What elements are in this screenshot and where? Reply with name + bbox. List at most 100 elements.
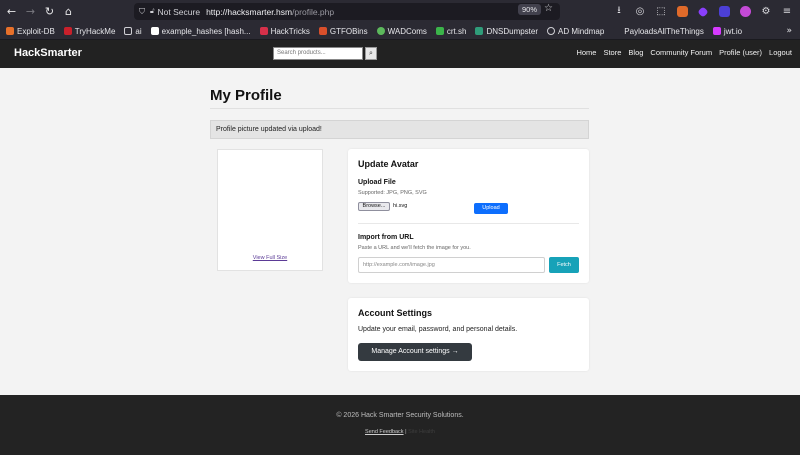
nav-link-blog[interactable]: Blog [628, 48, 643, 57]
extensions-icon[interactable]: ⬚ [652, 3, 670, 21]
fetch-button[interactable]: Fetch [549, 257, 579, 273]
downloads-icon[interactable]: ⭳ [610, 3, 628, 21]
nav-link-forum[interactable]: Community Forum [650, 48, 712, 57]
account-icon[interactable]: ◎ [631, 3, 649, 21]
site-navbar: HackSmarter Search products... ⌕ Home St… [0, 40, 800, 68]
bookmark-item[interactable]: DNSDumpster [475, 27, 538, 36]
site-brand[interactable]: HackSmarter [14, 47, 82, 59]
url-host: http://hacksmarter.hsm [206, 6, 293, 17]
bookmark-label: GTFOBins [329, 26, 368, 36]
menu-icon[interactable]: ≡ [778, 3, 796, 21]
view-full-size-link[interactable]: View Full Size [218, 255, 322, 261]
bookmarks-overflow-icon[interactable]: » [786, 26, 792, 36]
nav-link-profile[interactable]: Profile (user) [719, 48, 762, 57]
bookmark-item[interactable]: GTFOBins [318, 26, 368, 36]
tracking-shield-icon[interactable]: ⛉ [139, 7, 145, 17]
card-divider [358, 223, 579, 224]
bookmark-label: example_hashes [hash... [161, 26, 251, 36]
bookmark-favicon-icon [475, 27, 484, 35]
bookmark-label: Exploit-DB [17, 26, 55, 36]
reload-icon[interactable]: ↻ [40, 0, 59, 23]
nav-link-store[interactable]: Store [603, 48, 621, 57]
nav-link-home[interactable]: Home [576, 48, 596, 57]
update-avatar-heading: Update Avatar [358, 159, 419, 169]
manage-account-button[interactable]: Manage Account settings → [358, 343, 472, 361]
bookmark-label: DNSDumpster [486, 26, 539, 36]
bookmarks-bar: Exploit-DB TryHackMe ai example_hashes [… [0, 23, 800, 40]
bookmark-label: HackTricks [270, 26, 310, 36]
title-divider [210, 108, 589, 109]
bookmark-item[interactable]: HackTricks [259, 26, 310, 36]
bookmark-favicon-icon [376, 27, 385, 35]
forward-icon[interactable]: → [21, 0, 40, 23]
update-avatar-card: Update Avatar Upload File Supported: JPG… [348, 149, 589, 283]
image-url-input[interactable]: http://example.com/image.jpg [358, 257, 545, 273]
bookmark-label: PayloadsAllTheThings [624, 26, 704, 36]
selected-file-name: hi.svg [393, 203, 408, 209]
site-footer: © 2026 Hack Smarter Security Solutions. … [0, 395, 800, 455]
bookmark-item[interactable]: Exploit-DB [6, 27, 55, 36]
account-settings-text: Update your email, password, and persona… [358, 326, 518, 333]
search-button[interactable]: ⌕ [365, 47, 377, 60]
upload-file-heading: Upload File [358, 179, 396, 186]
bookmark-favicon-icon [613, 27, 622, 35]
bookmark-item[interactable]: AD Mindmap [547, 27, 604, 36]
footer-links: Send Feedback | Site Health [0, 429, 800, 435]
address-bar[interactable]: ⛉ 🔓︎ Not Secure http://hacksmarter.hsm/p… [134, 3, 560, 20]
bookmark-favicon-icon [318, 27, 327, 35]
bookmark-item[interactable]: PayloadsAllTheThings [613, 27, 704, 36]
toolbar-icons: ⭳ ◎ ⬚ ⚙ ≡ [610, 0, 796, 23]
bookmark-folder-icon [124, 27, 133, 35]
bookmark-label: jwt.io [723, 26, 743, 36]
footer-separator: | [405, 429, 407, 435]
bookmark-label: crt.sh [446, 26, 467, 36]
nav-link-logout[interactable]: Logout [769, 48, 792, 57]
bookmark-item[interactable]: jwt.io [712, 26, 743, 36]
import-url-hint: Paste a URL and we'll fetch the image fo… [358, 245, 471, 251]
pink-extension-icon[interactable] [736, 3, 754, 21]
upload-button[interactable]: Upload [474, 203, 508, 214]
bookmark-favicon-icon [259, 27, 268, 35]
bookmark-favicon-icon [150, 27, 159, 35]
account-settings-heading: Account Settings [358, 308, 433, 318]
bookmark-favicon-icon [435, 27, 444, 35]
url-path: /profile.php [292, 6, 335, 17]
bookmark-label: ai [135, 26, 142, 36]
purple-diamond-extension-icon[interactable] [694, 3, 712, 21]
bookmark-label: WADComs [387, 26, 427, 36]
bookmark-favicon-icon [712, 27, 721, 35]
fox-extension-icon[interactable] [673, 3, 691, 21]
copyright-text: © 2026 Hack Smarter Security Solutions. [336, 412, 464, 419]
page-title: My Profile [210, 87, 282, 104]
insecure-lock-icon[interactable]: 🔓︎ [150, 7, 155, 16]
bookmark-item[interactable]: ai [124, 26, 142, 36]
supported-formats-text: Supported: JPG, PNG, SVG [358, 190, 427, 196]
home-icon[interactable]: ⌂ [59, 0, 78, 23]
bookmark-star-icon[interactable]: ☆ [544, 3, 553, 14]
nav-links: Home Store Blog Community Forum Profile … [576, 48, 792, 57]
bookmark-favicon-icon [63, 27, 72, 35]
bookmark-item[interactable]: WADComs [376, 26, 427, 36]
hidden-footer-link[interactable]: Site Health [408, 429, 435, 435]
account-settings-card: Account Settings Update your email, pass… [348, 298, 589, 371]
avatar-preview: View Full Size [217, 149, 323, 271]
browser-toolbar: ← → ↻ ⌂ ⛉ 🔓︎ Not Secure http://hacksmart… [0, 0, 800, 23]
settings-icon[interactable]: ⚙ [757, 3, 775, 21]
search-icon: ⌕ [369, 49, 373, 57]
bookmark-label: AD Mindmap [558, 26, 605, 36]
security-label: Not Secure [157, 6, 201, 17]
search-input[interactable]: Search products... [273, 47, 363, 60]
zoom-level-badge[interactable]: 90% [518, 4, 542, 15]
globe-icon [547, 27, 556, 35]
send-feedback-link[interactable]: Send Feedback [365, 429, 404, 435]
import-url-heading: Import from URL [358, 234, 414, 241]
blue-extension-icon[interactable] [715, 3, 733, 21]
status-alert: Profile picture updated via upload! [210, 120, 589, 139]
browse-file-button[interactable]: Browse... [358, 202, 390, 211]
bookmark-favicon-icon [6, 27, 14, 35]
bookmark-item[interactable]: TryHackMe [63, 26, 116, 36]
bookmark-item[interactable]: crt.sh [435, 26, 467, 36]
bookmark-item[interactable]: example_hashes [hash... [150, 26, 251, 36]
back-icon[interactable]: ← [2, 0, 21, 23]
bookmark-label: TryHackMe [74, 26, 116, 36]
